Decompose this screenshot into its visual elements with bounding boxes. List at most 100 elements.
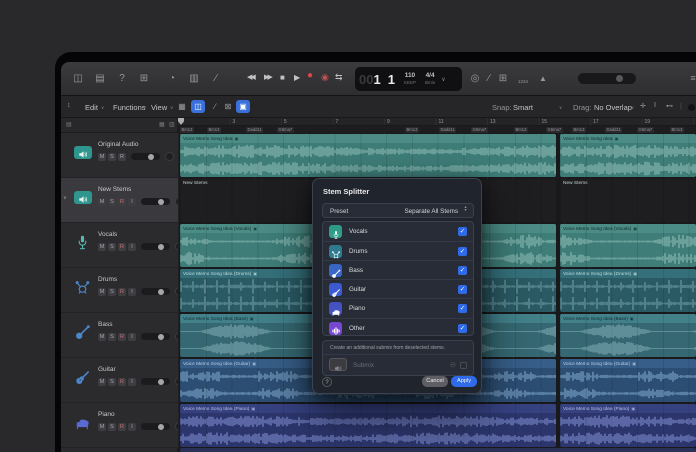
automation-icon[interactable]: ∕ (208, 100, 222, 113)
menu-functions[interactable]: Functions (113, 103, 146, 112)
stem-row[interactable]: Other ✓ (323, 317, 473, 337)
audio-region[interactable]: Voice Memo Song Idea (Guitar) ▣ (560, 359, 696, 402)
audio-region[interactable]: New Stems▣ (560, 179, 696, 222)
track-name[interactable]: Bass (98, 321, 112, 328)
track-header[interactable]: ∨ Vocals MSRI (61, 223, 184, 268)
stem-row[interactable]: Bass ✓ (323, 260, 473, 279)
track-options-icon[interactable]: ▤ (66, 121, 72, 128)
track-list-icon[interactable]: ▥ (169, 121, 175, 128)
track-r-button[interactable]: R (118, 377, 126, 386)
track-s-button[interactable]: S (108, 422, 116, 431)
track-name[interactable]: Original Audio (98, 141, 138, 148)
track-r-button[interactable]: R (118, 197, 126, 206)
track-i-button[interactable]: I (128, 287, 136, 296)
stem-checkbox[interactable]: ✓ (458, 227, 467, 236)
chord-label[interactable]: Bm13 (405, 126, 419, 133)
preset-stepper-icon[interactable]: ▲ ▼ (461, 205, 470, 217)
chord-label[interactable]: Bm13 (514, 126, 528, 133)
stem-checkbox[interactable]: ✓ (458, 266, 467, 276)
disclosure-chevron-icon[interactable]: ∨ (63, 195, 67, 201)
lcd-tempo-cell[interactable]: 110 KEEP (404, 72, 416, 85)
quick-help-icon[interactable]: ? (114, 71, 130, 86)
drag-value[interactable]: No Overlap (594, 103, 632, 112)
track-s-button[interactable]: S (108, 242, 116, 251)
text-tool-icon[interactable]: I (654, 102, 656, 109)
track-header[interactable]: ∨ Guitar MSRI (61, 358, 184, 403)
track-r-button[interactable]: R (118, 152, 126, 161)
remove-submix-icon[interactable]: ⊖ (450, 360, 456, 369)
audio-region[interactable]: Voice Memo Song Idea (Piano) ▣ (180, 404, 556, 447)
fast-forward-button[interactable]: ▶▶ (264, 72, 273, 84)
crosshair-icon[interactable]: ✛ (640, 102, 646, 110)
lcd-chevron-down-icon[interactable]: ∨ (441, 76, 445, 83)
track-header[interactable]: ∨ New Stems MSRI (61, 178, 184, 223)
chord-label[interactable]: Bm13 (207, 126, 221, 133)
cycle-button[interactable]: ⇆ (335, 71, 343, 83)
stem-checkbox[interactable]: ✓ (458, 247, 467, 257)
snap-chevron-icon[interactable]: ∨ (559, 105, 562, 111)
track-r-button[interactable]: R (118, 332, 126, 341)
preset-value[interactable]: Separate All Stems (404, 208, 458, 215)
submix-checkbox[interactable] (460, 362, 467, 369)
menu-view[interactable]: View (151, 103, 167, 112)
bar-ruler[interactable]: 13579111315171921 (178, 118, 696, 126)
lcd-signature-cell[interactable]: 4/4 Bmin (425, 72, 435, 85)
pan-knob[interactable] (165, 152, 174, 161)
chord-label[interactable]: Bm13 (670, 126, 684, 133)
track-header[interactable]: ∨ Bass MSRI (61, 313, 184, 358)
track-header[interactable]: ∨ Drums MSRI (61, 268, 184, 313)
volume-slider[interactable] (141, 198, 170, 205)
track-r-button[interactable]: R (118, 422, 126, 431)
inspector-icon[interactable]: ◫ (70, 71, 86, 86)
track-name[interactable]: New Stems (98, 186, 131, 193)
track-m-button[interactable]: M (98, 242, 106, 251)
chord-label[interactable]: Dadd11 (439, 126, 457, 133)
audio-region[interactable]: Voice Memo Song Idea (Vocals) ▣ (560, 224, 696, 267)
track-i-button[interactable]: I (128, 422, 136, 431)
track-r-button[interactable]: R (118, 287, 126, 296)
play-button[interactable]: ▶ (294, 72, 300, 84)
drag-chevron-icon[interactable]: ∨ (631, 105, 634, 111)
track-i-button[interactable]: I (128, 242, 136, 251)
volume-slider[interactable] (141, 423, 170, 430)
count-in-icon[interactable]: 1234 (513, 74, 533, 89)
track-m-button[interactable]: M (98, 422, 106, 431)
chord-label[interactable]: Bm13 (572, 126, 586, 133)
track-name[interactable]: Piano (98, 411, 115, 418)
add-track-icon[interactable]: ⊞ (495, 71, 511, 86)
audio-region[interactable]: Voice Memo Song Idea ▣ (560, 134, 696, 177)
track-name[interactable]: Vocals (98, 231, 117, 238)
audio-region[interactable]: Voice Memo Song Idea (Drums) ▣ (560, 269, 696, 312)
track-i-button[interactable]: I (128, 332, 136, 341)
mixer-icon[interactable]: ▥ (186, 71, 202, 86)
waveform-view-icon[interactable]: ◫ (191, 100, 205, 113)
track-m-button[interactable]: M (98, 377, 106, 386)
stem-row[interactable]: Guitar ✓ (323, 279, 473, 298)
volume-slider[interactable] (141, 288, 170, 295)
chord-track[interactable]: Bm13 Bm13 Dadd11 G6ma7 Bm13 Dadd11 G6ma7 Bm13 G6… (178, 126, 696, 133)
audio-region[interactable]: Voice Memo Song Idea ▣ (180, 134, 556, 177)
snap-value[interactable]: Smart (513, 103, 533, 112)
help-button[interactable]: ? (322, 377, 332, 387)
stem-row[interactable]: Piano ✓ (323, 298, 473, 317)
track-i-button[interactable]: I (128, 377, 136, 386)
rewind-button[interactable]: ◀◀ (247, 72, 256, 84)
track-stack-icon[interactable]: ▣ (236, 100, 250, 113)
stem-checkbox[interactable]: ✓ (458, 304, 467, 314)
track-s-button[interactable]: S (108, 377, 116, 386)
apply-button[interactable]: Apply (451, 376, 477, 387)
volume-slider[interactable] (141, 333, 170, 340)
stem-row[interactable]: Vocals ✓ (323, 222, 473, 241)
flex-icon[interactable]: ⊠ (221, 100, 235, 113)
track-s-button[interactable]: S (108, 197, 116, 206)
chord-label[interactable]: G6ma7 (277, 126, 294, 133)
track-s-button[interactable]: S (108, 332, 116, 341)
track-name[interactable]: Guitar (98, 366, 116, 373)
chord-label[interactable]: Dadd11 (246, 126, 264, 133)
chord-label[interactable]: G6ma7 (637, 126, 654, 133)
chord-label[interactable]: G6ma7 (546, 126, 563, 133)
smart-controls-icon[interactable]: ◔ (164, 71, 180, 86)
audio-region[interactable]: Voice Memo Song Idea (Piano) ▣ (560, 404, 696, 447)
track-m-button[interactable]: M (98, 332, 106, 341)
stem-checkbox[interactable]: ✓ (458, 323, 467, 333)
